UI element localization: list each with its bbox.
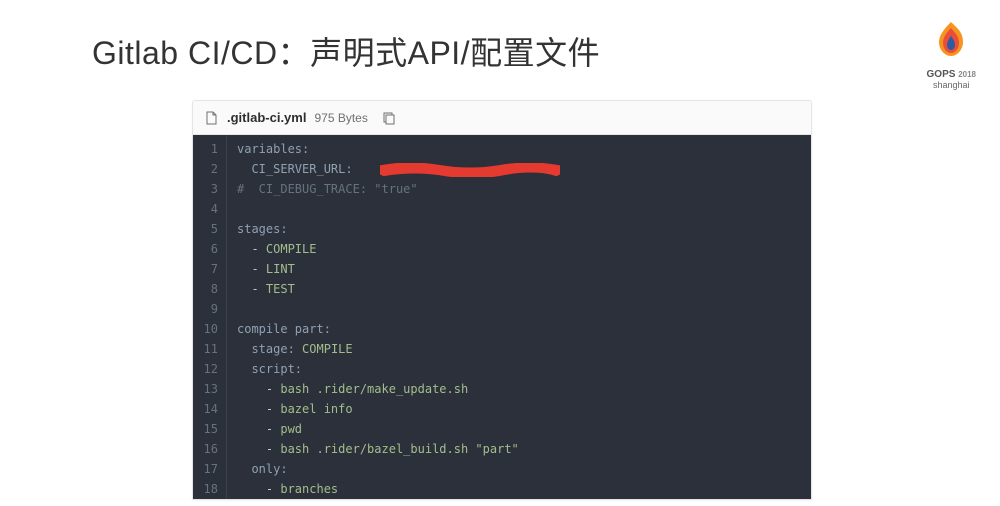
- line-number: 8: [203, 279, 218, 299]
- code-line: only:: [237, 459, 801, 479]
- line-number: 18: [203, 479, 218, 499]
- code-line: compile part:: [237, 319, 801, 339]
- line-number: 16: [203, 439, 218, 459]
- code-line: variables:: [237, 139, 801, 159]
- line-number: 10: [203, 319, 218, 339]
- file-header: .gitlab-ci.yml 975 Bytes: [193, 101, 811, 135]
- code-line: - TEST: [237, 279, 801, 299]
- logo-main-text: GOPS 2018: [927, 69, 976, 80]
- code-line: - COMPILE: [237, 239, 801, 259]
- code-line: - pwd: [237, 419, 801, 439]
- code-line: CI_SERVER_URL:: [237, 159, 801, 179]
- code-line: - bazel info: [237, 399, 801, 419]
- logo-sub-text: shanghai: [927, 80, 976, 90]
- line-number: 2: [203, 159, 218, 179]
- line-number: 7: [203, 259, 218, 279]
- line-number: 14: [203, 399, 218, 419]
- file-size: 975 Bytes: [314, 111, 367, 125]
- line-number: 5: [203, 219, 218, 239]
- code-body: 12345678910111213141516171819 variables:…: [193, 135, 811, 499]
- line-number: 12: [203, 359, 218, 379]
- code-content: variables: CI_SERVER_URL: # CI_DEBUG_TRA…: [227, 135, 811, 499]
- line-number: 17: [203, 459, 218, 479]
- code-line: retry: 1: [237, 499, 801, 500]
- code-line: [237, 199, 801, 219]
- line-number: 9: [203, 299, 218, 319]
- event-logo: GOPS 2018 shanghai: [927, 18, 976, 90]
- code-line: stages:: [237, 219, 801, 239]
- slide-title: Gitlab CI/CD：声明式API/配置文件: [92, 28, 600, 74]
- copy-icon[interactable]: [382, 111, 396, 125]
- file-name: .gitlab-ci.yml: [227, 110, 306, 125]
- line-numbers: 12345678910111213141516171819: [193, 135, 227, 499]
- code-line: - LINT: [237, 259, 801, 279]
- code-line: - branches: [237, 479, 801, 499]
- line-number: 13: [203, 379, 218, 399]
- code-line: [237, 299, 801, 319]
- line-number: 11: [203, 339, 218, 359]
- code-line: - bash .rider/make_update.sh: [237, 379, 801, 399]
- code-line: - bash .rider/bazel_build.sh "part": [237, 439, 801, 459]
- line-number: 3: [203, 179, 218, 199]
- line-number: 6: [203, 239, 218, 259]
- line-number: 4: [203, 199, 218, 219]
- line-number: 1: [203, 139, 218, 159]
- file-icon: [205, 111, 219, 125]
- flame-icon: [929, 18, 973, 62]
- code-panel: .gitlab-ci.yml 975 Bytes 123456789101112…: [192, 100, 812, 500]
- line-number: 19: [203, 499, 218, 500]
- line-number: 15: [203, 419, 218, 439]
- code-line: stage: COMPILE: [237, 339, 801, 359]
- code-line: script:: [237, 359, 801, 379]
- code-line: # CI_DEBUG_TRACE: "true": [237, 179, 801, 199]
